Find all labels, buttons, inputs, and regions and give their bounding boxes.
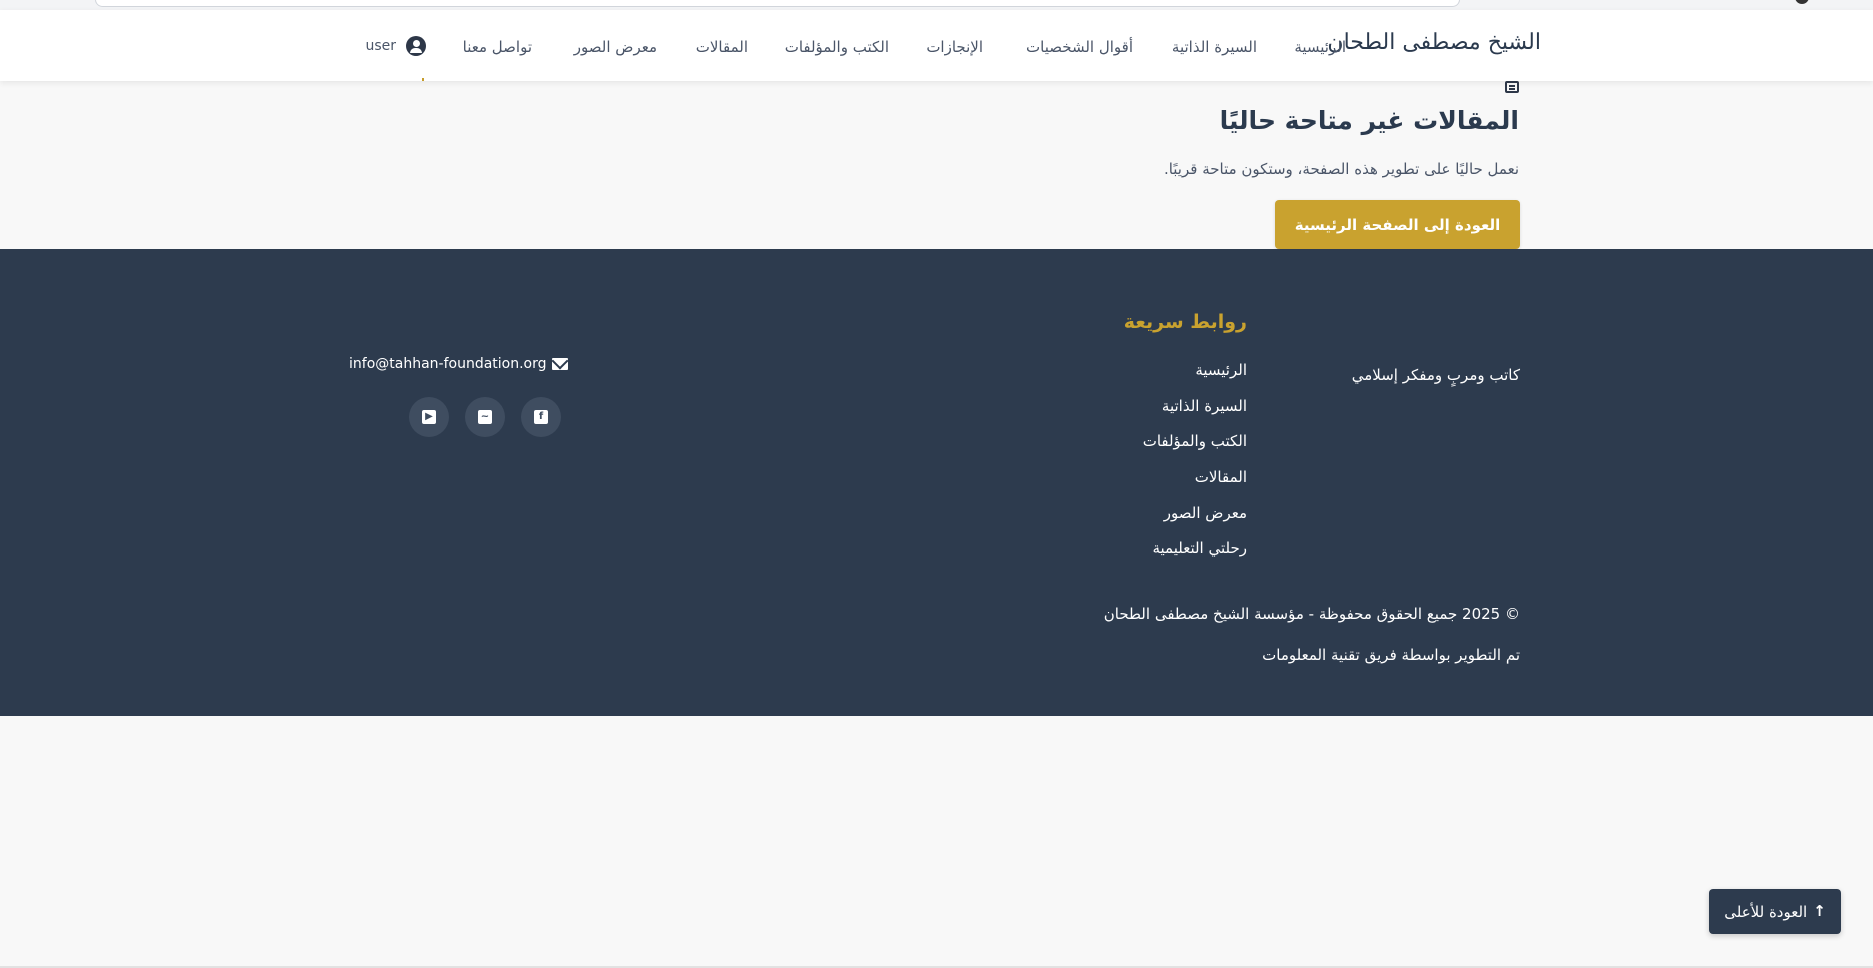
quick-link-journey[interactable]: رحلتي التعليمية [1143,539,1247,575]
contact-email[interactable]: info@tahhan-foundation.org [349,356,568,372]
back-to-top-label: العودة للأعلى [1724,902,1808,921]
account-icon[interactable] [1795,0,1809,4]
back-to-top-button[interactable]: ↑ العودة للأعلى [1709,889,1841,934]
quick-link-home[interactable]: الرئيسية [1143,361,1247,397]
page-subtitle: نعمل حاليًا على تطوير هذه الصفحة، وستكون… [1163,160,1519,178]
envelope-icon [551,358,568,370]
youtube-icon: ▶ [422,410,436,424]
social-links: ▶ ~ f [409,397,561,437]
copyright-text: © 2025 جميع الحقوق محفوظة - مؤسسة الشيخ … [1103,605,1520,623]
quick-link-books[interactable]: الكتب والمؤلفات [1143,432,1247,468]
main-navbar: الشيخ مصطفى الطحان الرئيسية السيرة الذات… [0,10,1873,81]
search-bar-remnant[interactable] [95,0,1460,7]
browser-top-strip [0,0,1873,10]
site-footer: كاتب ومربٍ ومفكر إسلامي روابط سريعة الرئ… [0,249,1873,716]
youtube-button[interactable]: ▶ [409,397,449,437]
quick-links-list: الرئيسية السيرة الذاتية الكتب والمؤلفات … [1143,361,1247,575]
email-text: info@tahhan-foundation.org [349,356,547,372]
facebook-button[interactable]: f [521,397,561,437]
page-title: المقالات غير متاحة حاليًا [1219,106,1519,135]
quick-link-articles[interactable]: المقالات [1143,468,1247,504]
twitter-button[interactable]: ~ [465,397,505,437]
nav-link-home[interactable]: الرئيسية [1294,38,1346,56]
quick-links-title: روابط سريعة [1123,311,1247,333]
nav-link-articles[interactable]: المقالات [696,38,748,56]
nav-link-quotes[interactable]: أقوال الشخصيات [1026,38,1133,56]
newspaper-icon [1505,81,1519,93]
user-menu[interactable]: user [365,36,426,56]
nav-link-contact[interactable]: تواصل معنا [463,38,532,56]
facebook-icon: f [534,410,548,424]
site-brand[interactable]: الشيخ مصطفى الطحان [1327,30,1541,55]
quick-link-gallery[interactable]: معرض الصور [1143,504,1247,540]
quick-link-biography[interactable]: السيرة الذاتية [1143,397,1247,433]
user-circle-icon [406,36,426,56]
credit-text: تم التطوير بواسطة فريق تقنية المعلومات [1262,646,1520,664]
nav-link-books[interactable]: الكتب والمؤلفات [785,38,889,56]
arrow-up-icon: ↑ [1813,902,1826,920]
twitter-icon: ~ [478,410,492,424]
nav-link-gallery[interactable]: معرض الصور [574,38,657,56]
nav-link-achievements[interactable]: الإنجازات [926,38,983,56]
footer-about-text: كاتب ومربٍ ومفكر إسلامي [1351,366,1520,384]
user-label: user [365,38,396,54]
nav-link-biography[interactable]: السيرة الذاتية [1172,38,1257,56]
back-home-button[interactable]: العودة إلى الصفحة الرئيسية [1275,200,1520,249]
active-indicator [422,78,424,81]
